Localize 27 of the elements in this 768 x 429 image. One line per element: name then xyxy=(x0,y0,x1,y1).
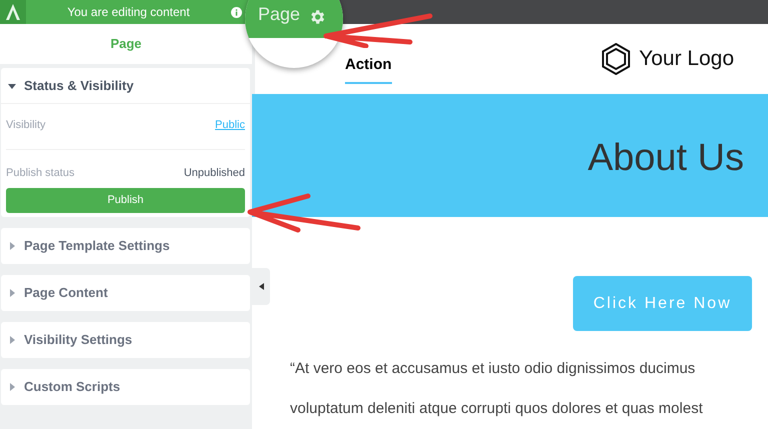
logo-icon xyxy=(6,4,20,20)
caret-icon xyxy=(8,289,16,297)
field-value: Unpublished xyxy=(184,166,245,181)
banner-title: About Us xyxy=(588,136,744,181)
caret-icon xyxy=(8,383,16,391)
field-label: Visibility xyxy=(6,118,46,133)
editing-message: You are editing content xyxy=(66,4,191,21)
collapse-handle[interactable] xyxy=(252,268,270,305)
caret-icon xyxy=(8,242,16,250)
caret-icon xyxy=(8,336,16,344)
sidebar-title: Page xyxy=(110,35,142,54)
caret-icon xyxy=(258,283,264,290)
section-header[interactable]: Page Template Settings xyxy=(1,228,250,264)
section-header[interactable]: Status & Visibility xyxy=(1,68,250,104)
info-icon[interactable] xyxy=(231,6,242,18)
section-header[interactable]: Custom Scripts xyxy=(1,369,250,405)
caret-icon xyxy=(8,82,16,90)
section-header[interactable]: Visibility Settings xyxy=(1,322,250,358)
logo-text: Your Logo xyxy=(639,46,734,72)
publish-button[interactable]: Publish xyxy=(6,188,245,213)
magnified-page-label: Page xyxy=(258,3,300,26)
nav-link[interactable]: Action xyxy=(345,54,392,84)
hexagon-logo-icon xyxy=(601,43,632,75)
section-header[interactable]: Page Content xyxy=(1,275,250,311)
paragraph-line: “At vero eos et accusamus et iusto odio dignissimos ducimus xyxy=(290,359,696,379)
field-label: Publish status xyxy=(6,166,74,181)
paragraph-line: voluptatum deleniti atque corrupti quos dolores et quas molest xyxy=(290,398,704,418)
